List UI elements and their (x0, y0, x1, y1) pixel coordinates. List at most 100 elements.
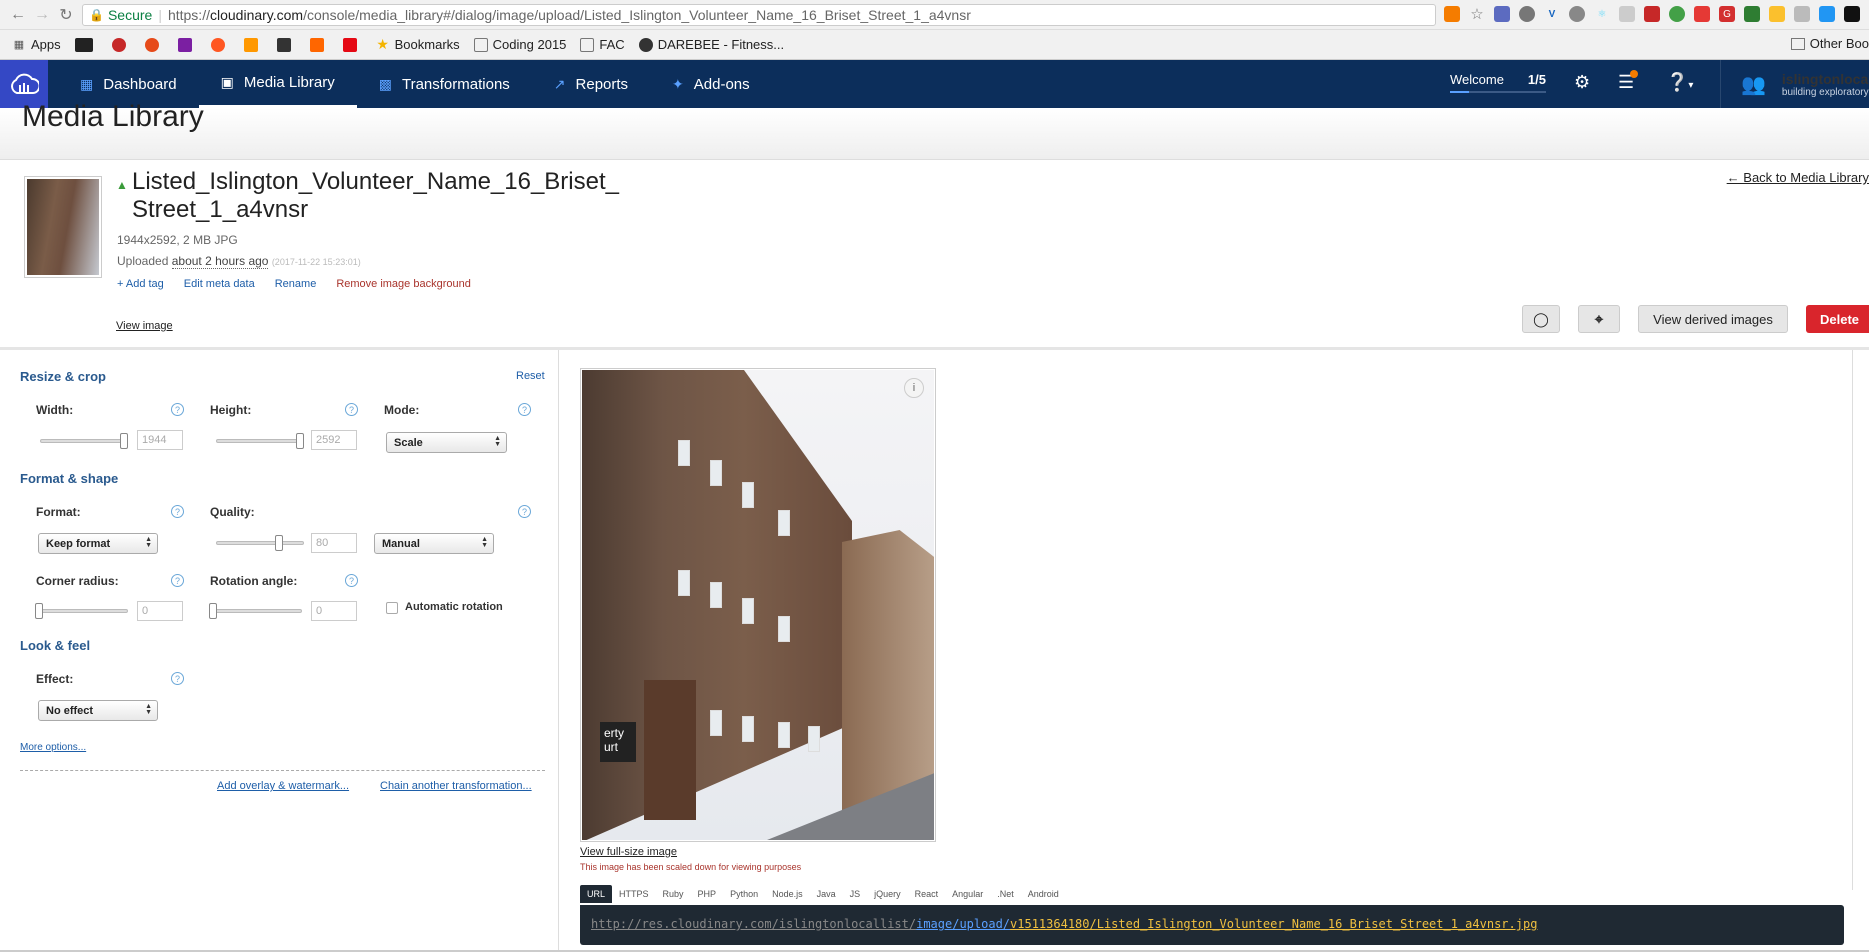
height-slider[interactable] (216, 433, 304, 449)
user-menu[interactable]: 👥 islingtonlocall... building explorator… (1720, 60, 1869, 108)
add-tag-link[interactable]: + Add tag (117, 278, 164, 290)
delete-button[interactable]: Delete (1806, 305, 1869, 333)
tab-jquery[interactable]: jQuery (867, 885, 908, 903)
help-icon[interactable]: ? (345, 574, 358, 587)
react-extension-icon[interactable]: ⚛ (1594, 6, 1610, 22)
g-extension-icon[interactable]: G (1719, 6, 1735, 22)
video-extension-icon[interactable] (1844, 6, 1860, 22)
star-icon[interactable]: ☆ (1469, 6, 1485, 23)
bookmark-bookmarks[interactable]: ★ Bookmarks (376, 36, 459, 52)
settings-gear-icon[interactable]: ⚙ (1574, 72, 1590, 93)
check-extension-icon[interactable] (1744, 6, 1760, 22)
tab-url[interactable]: URL (580, 885, 613, 903)
help-icon[interactable]: ? (171, 403, 184, 416)
corner-radius-input[interactable]: 0 (137, 601, 183, 621)
eyedropper-extension-icon[interactable] (1494, 6, 1510, 22)
help-icon[interactable]: ? (171, 672, 184, 685)
help-icon[interactable]: ❔▾ (1666, 72, 1693, 93)
nav-media-library[interactable]: ▣ Media Library (198, 60, 357, 108)
tab-angular[interactable]: Angular (945, 885, 990, 903)
image-preview[interactable]: erty urt (580, 368, 936, 842)
height-input[interactable]: 2592 (311, 430, 357, 450)
bookmark-fac[interactable]: FAC (580, 37, 625, 52)
crop-button[interactable]: ⌖ (1578, 305, 1620, 333)
nav-addons[interactable]: ✦ Add-ons (650, 60, 772, 108)
address-bar[interactable]: 🔒 Secure | https://cloudinary.com/consol… (82, 4, 1436, 26)
help-icon[interactable]: ? (345, 403, 358, 416)
help-icon[interactable]: ? (171, 574, 184, 587)
edit-meta-data-link[interactable]: Edit meta data (184, 278, 255, 290)
fire-extension-icon[interactable] (1444, 6, 1460, 22)
slider-handle[interactable] (35, 603, 43, 619)
view-full-size-link[interactable]: View full-size image (580, 846, 677, 858)
tab-php[interactable]: PHP (691, 885, 724, 903)
bookmark-icon-5[interactable] (243, 37, 263, 52)
forward-arrow-icon[interactable]: → (30, 3, 54, 27)
bookmark-icon-8[interactable] (342, 37, 362, 52)
more-options-link[interactable]: More options... (20, 742, 86, 753)
help-icon[interactable]: ? (518, 505, 531, 518)
view-derived-images-button[interactable]: View derived images (1638, 305, 1788, 333)
nav-reports[interactable]: ↗ Reports (532, 60, 650, 108)
bookmark-icon-6[interactable] (276, 37, 296, 52)
info-icon[interactable]: i (904, 378, 924, 398)
back-arrow-icon[interactable]: ← (6, 3, 30, 27)
circle-extension-icon[interactable] (1519, 6, 1535, 22)
add-overlay-watermark-link[interactable]: Add overlay & watermark... (217, 780, 349, 792)
tab-android[interactable]: Android (1021, 885, 1066, 903)
url-code-box[interactable]: http://res.cloudinary.com/islingtonlocal… (580, 905, 1844, 945)
calendar-extension-icon[interactable] (1644, 6, 1660, 22)
rotation-angle-input[interactable]: 0 (311, 601, 357, 621)
notifications-icon[interactable]: ☰ (1618, 70, 1638, 93)
automatic-rotation-checkbox[interactable] (386, 602, 398, 614)
format-select[interactable]: Keep format ▲ ▼ (38, 533, 158, 554)
tab-dotnet[interactable]: .Net (990, 885, 1021, 903)
download-extension-icon[interactable] (1819, 6, 1835, 22)
url-version-path[interactable]: v1511364180/Listed_Islington_Volunteer_N… (1010, 917, 1537, 931)
rotation-angle-slider[interactable] (209, 603, 302, 619)
help-icon[interactable]: ? (518, 403, 531, 416)
quality-slider[interactable] (216, 535, 304, 551)
corner-radius-slider[interactable] (35, 603, 128, 619)
tab-nodejs[interactable]: Node.js (765, 885, 810, 903)
other-bookmarks[interactable]: Other Boo (1790, 36, 1869, 51)
bookmark-icon-bbc[interactable] (74, 37, 98, 52)
width-slider[interactable] (40, 433, 128, 449)
v-extension-icon[interactable]: V (1544, 6, 1560, 22)
width-input[interactable]: 1944 (137, 430, 183, 450)
tab-react[interactable]: React (908, 885, 946, 903)
slider-handle[interactable] (296, 433, 304, 449)
bookmark-icon-7[interactable] (309, 37, 329, 52)
gear-extension-icon[interactable] (1569, 6, 1585, 22)
bookmark-icon-2[interactable] (144, 37, 164, 52)
welcome-progress[interactable]: Welcome 1/5 (1450, 72, 1546, 87)
tab-java[interactable]: Java (810, 885, 843, 903)
nav-transformations[interactable]: ▩ Transformations (357, 60, 532, 108)
slider-handle[interactable] (209, 603, 217, 619)
effect-select[interactable]: No effect ▲ ▼ (38, 700, 158, 721)
reset-link[interactable]: Reset (516, 370, 545, 382)
bookmark-apps[interactable]: ▦ Apps (12, 37, 61, 52)
new-extension-icon[interactable] (1694, 6, 1710, 22)
bookmark-icon-3[interactable] (177, 37, 197, 52)
tab-python[interactable]: Python (723, 885, 765, 903)
mail-extension-icon[interactable] (1794, 6, 1810, 22)
mode-select[interactable]: Scale ▲ ▼ (386, 432, 507, 453)
award-button[interactable]: ◯ (1522, 305, 1560, 333)
tab-js[interactable]: JS (843, 885, 868, 903)
green-extension-icon[interactable] (1669, 6, 1685, 22)
slider-handle[interactable] (120, 433, 128, 449)
reload-icon[interactable]: ↻ (54, 3, 78, 27)
quality-mode-select[interactable]: Manual ▲ ▼ (374, 533, 494, 554)
slider-handle[interactable] (275, 535, 283, 551)
rename-link[interactable]: Rename (275, 278, 317, 290)
tab-https[interactable]: HTTPS (612, 885, 656, 903)
bookmark-darebee[interactable]: DAREBEE - Fitness... (638, 37, 784, 52)
yellow-extension-icon[interactable] (1769, 6, 1785, 22)
back-to-media-library-link[interactable]: ← Back to Media Library (1727, 170, 1869, 185)
chain-transformation-link[interactable]: Chain another transformation... (380, 780, 532, 792)
quality-input[interactable]: 80 (311, 533, 357, 553)
remove-background-link[interactable]: Remove image background (336, 278, 471, 290)
view-image-link[interactable]: View image (116, 320, 173, 332)
bookmark-coding-2015[interactable]: Coding 2015 (473, 37, 566, 52)
